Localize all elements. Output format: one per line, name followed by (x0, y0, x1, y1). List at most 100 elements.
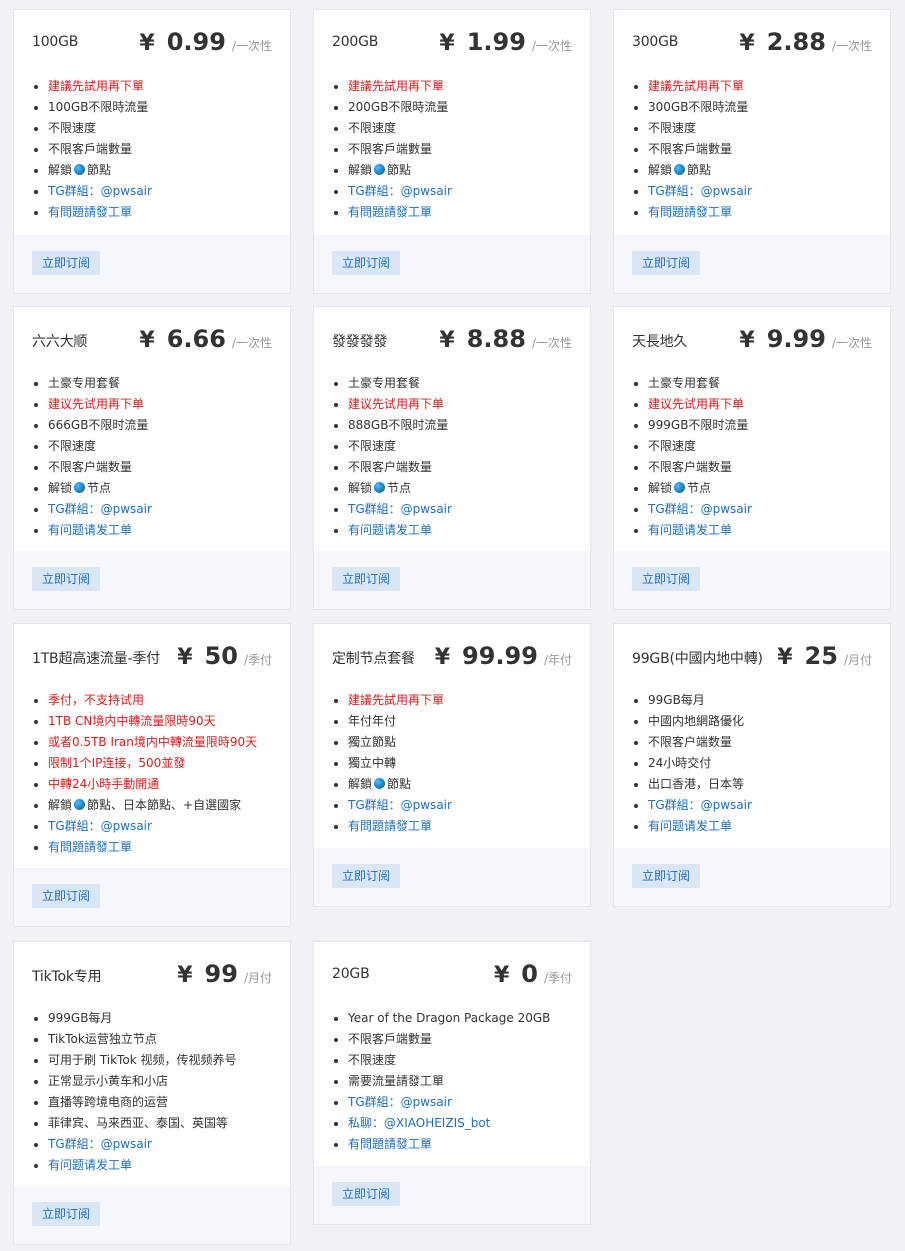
feature-text: 不限客户端数量 (648, 735, 733, 749)
feature-text: 有问题请发工单 (648, 819, 733, 833)
feature-item[interactable]: TG群組：@pwsair (32, 499, 272, 520)
feature-item[interactable]: TG群組：@pwsair (32, 816, 272, 837)
currency-symbol: ¥ (434, 645, 451, 670)
feature-item[interactable]: TG群組：@pwsair (632, 795, 872, 816)
feature-item: 不限客戶端數量 (332, 1029, 572, 1050)
feature-text: 土豪专用套餐 (648, 376, 721, 390)
feature-item: 建議先試用再下單 (332, 76, 572, 97)
feature-item: 中轉24小時手動開通 (32, 774, 272, 795)
plan-name: 99GB(中國内地中轉) (632, 651, 763, 667)
plan-card-body: 發發發發 ¥8.88/一次性 土豪专用套餐 建议先试用再下单 888GB不限时流量 不限速… (314, 307, 590, 551)
feature-item[interactable]: 有问题请发工单 (632, 816, 872, 837)
price-period: /季付 (243, 653, 272, 667)
price-period: /年付 (543, 653, 572, 667)
feature-text: 有問題請發工單 (348, 819, 433, 833)
feature-text: 99GB每月 (648, 693, 705, 707)
feature-list: Year of the Dragon Package 20GB 不限客戶端數量 不限… (332, 1008, 572, 1155)
subscribe-button[interactable]: 立即订阅 (32, 251, 101, 275)
feature-list: 99GB每月 中國内地網路優化 不限客户端数量 24小時交付 出口香港，日本等 TG群組：… (632, 690, 872, 837)
feature-item: 不限速度 (632, 118, 872, 139)
plan-name: 天長地久 (632, 334, 688, 350)
feature-suffix: 节点 (687, 481, 712, 495)
subscribe-button[interactable]: 立即订阅 (32, 884, 101, 908)
feature-text: 不限客戶端數量 (48, 142, 133, 156)
price-period: /月付 (243, 971, 272, 985)
feature-list: 季付，不支持试用 1TB CN境内中轉流量限時90天 或者0.5TB Iran境内中… (32, 690, 272, 858)
feature-text: TG群組：@pwsair (48, 184, 152, 198)
subscribe-button[interactable]: 立即订阅 (332, 864, 401, 888)
feature-item: 土豪专用套餐 (32, 373, 272, 394)
feature-text: 有問題請發工單 (348, 205, 433, 219)
feature-item[interactable]: TG群組：@pwsair (632, 499, 872, 520)
feature-text: 不限速度 (348, 1053, 397, 1067)
subscribe-button[interactable]: 立即订阅 (332, 1182, 401, 1206)
feature-text: TG群組：@pwsair (48, 502, 152, 516)
plan-name: TikTok专用 (32, 969, 102, 985)
feature-text: TG群組：@pwsair (648, 502, 752, 516)
subscribe-button[interactable]: 立即订阅 (32, 1202, 101, 1226)
feature-item[interactable]: TG群組：@pwsair (32, 1134, 272, 1155)
feature-item: 菲律宾、马来西亚、泰国、英国等 (32, 1113, 272, 1134)
feature-item[interactable]: 有问题请发工单 (32, 520, 272, 541)
feature-item[interactable]: 有問題請發工單 (632, 202, 872, 223)
feature-item[interactable]: 有問題請發工單 (332, 816, 572, 837)
feature-item: 建议先试用再下单 (632, 394, 872, 415)
feature-text: 建议先试用再下单 (48, 397, 145, 411)
feature-item[interactable]: TG群組：@pwsair (332, 499, 572, 520)
feature-suffix: 節點 (387, 163, 412, 177)
plan-header: 天長地久 ¥9.99/一次性 (632, 325, 872, 361)
subscribe-button[interactable]: 立即订阅 (632, 251, 701, 275)
feature-text: 有問題請發工單 (648, 205, 733, 219)
feature-text: 解鎖 (348, 777, 373, 791)
feature-text: 菲律宾、马来西亚、泰国、英国等 (48, 1116, 229, 1130)
subscribe-button[interactable]: 立即订阅 (32, 567, 101, 591)
feature-item[interactable]: TG群組：@pwsair (332, 795, 572, 816)
feature-text: TG群組：@pwsair (348, 502, 452, 516)
feature-item: 100GB不限時流量 (32, 97, 272, 118)
plan-card-body: 六六大顺 ¥6.66/一次性 土豪专用套餐 建议先试用再下单 666GB不限时流量 不限速… (14, 307, 290, 551)
feature-item: 解鎖 節點 (332, 160, 572, 181)
feature-item: 不限客戶端數量 (632, 139, 872, 160)
feature-item: 解鎖 節點 (332, 774, 572, 795)
feature-item: 不限速度 (332, 436, 572, 457)
feature-text: 解鎖 (648, 163, 673, 177)
feature-item: 不限客户端数量 (332, 457, 572, 478)
feature-item[interactable]: TG群組：@pwsair (632, 181, 872, 202)
feature-item[interactable]: TG群組：@pwsair (332, 1092, 572, 1113)
feature-item[interactable]: 有问题请发工单 (32, 1155, 272, 1176)
feature-item[interactable]: TG群組：@pwsair (332, 181, 572, 202)
feature-item: 需要流量請發工單 (332, 1071, 572, 1092)
plan-price: ¥2.88/一次性 (739, 28, 872, 56)
feature-item[interactable]: 有問題請發工單 (332, 202, 572, 223)
feature-item[interactable]: 有问题请发工单 (332, 520, 572, 541)
feature-item: 不限客户端数量 (632, 732, 872, 753)
subscribe-button[interactable]: 立即订阅 (332, 251, 401, 275)
feature-suffix: 節點 (387, 777, 412, 791)
feature-text: 需要流量請發工單 (348, 1074, 445, 1088)
feature-text: 正常显示小黄车和小店 (48, 1074, 169, 1088)
plan-price: ¥25/月付 (777, 642, 872, 670)
feature-item: 24小時交付 (632, 753, 872, 774)
feature-item[interactable]: 有問題請發工單 (32, 202, 272, 223)
plan-card-footer: 立即订阅 (314, 1166, 590, 1224)
feature-item: 解鎖 節點、日本節點、+自選國家 (32, 795, 272, 816)
subscribe-button[interactable]: 立即订阅 (332, 567, 401, 591)
feature-text: 建議先試用再下單 (348, 693, 445, 707)
plan-price: ¥0.99/一次性 (139, 28, 272, 56)
feature-text: 888GB不限时流量 (348, 418, 449, 432)
subscribe-button[interactable]: 立即订阅 (632, 567, 701, 591)
feature-item: 建议先试用再下单 (32, 394, 272, 415)
feature-item[interactable]: 私聊：@XIAOHEIZIS_bot (332, 1113, 572, 1134)
feature-item[interactable]: 有問題請發工單 (32, 837, 272, 858)
feature-text: TG群組：@pwsair (648, 184, 752, 198)
feature-item[interactable]: 有问题请发工单 (632, 520, 872, 541)
feature-text: 不限客戶端數量 (648, 142, 733, 156)
plan-card-body: 定制节点套餐 ¥99.99/年付 建議先試用再下單 年付年付 獨立節點 獨立中轉 解鎖 節點 T… (314, 624, 590, 848)
subscribe-button[interactable]: 立即订阅 (632, 864, 701, 888)
feature-item: 999GB不限时流量 (632, 415, 872, 436)
feature-item[interactable]: TG群組：@pwsair (32, 181, 272, 202)
plan-card: 天長地久 ¥9.99/一次性 土豪专用套餐 建议先试用再下单 999GB不限时流量 不限速… (613, 306, 891, 610)
feature-item[interactable]: 有問題請發工單 (332, 1134, 572, 1155)
feature-text: 建议先试用再下单 (648, 397, 745, 411)
feature-item: 666GB不限时流量 (32, 415, 272, 436)
